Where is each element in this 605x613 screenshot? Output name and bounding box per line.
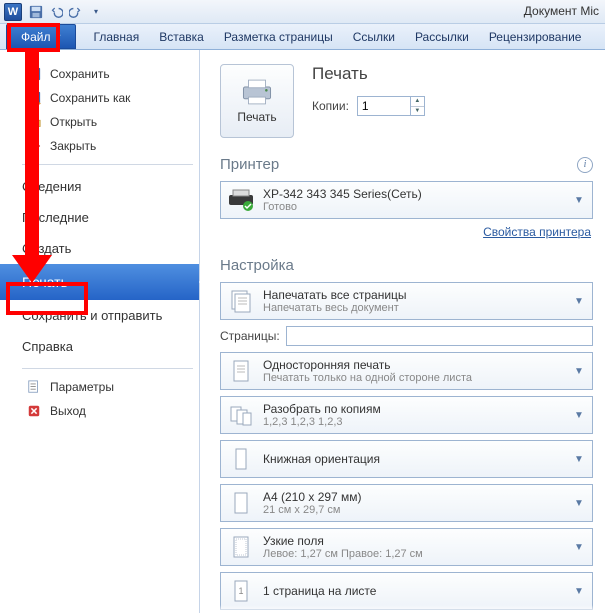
pages-per-sheet-label: 1 страница на листе (263, 584, 572, 598)
printer-status: Готово (263, 201, 572, 213)
collate-selector[interactable]: Разобрать по копиям 1,2,3 1,2,3 1,2,3 ▼ (220, 396, 593, 434)
nav-close-label: Закрыть (50, 139, 96, 153)
printer-info-icon[interactable]: i (577, 157, 593, 173)
single-side-icon (227, 357, 255, 385)
tab-mailings[interactable]: Рассылки (405, 24, 479, 49)
word-app-icon: W (4, 3, 22, 21)
pages-stack-icon (227, 287, 255, 315)
print-pane: Печать Печать Копии: ▲▼ Принтер i XP-342… (200, 50, 605, 613)
print-range-selector[interactable]: Напечатать все страницы Напечатать весь … (220, 282, 593, 320)
svg-text:1: 1 (238, 586, 243, 596)
paper-size-icon (227, 489, 255, 517)
pages-per-sheet-icon: 1 (227, 577, 255, 605)
tutorial-arrow (25, 52, 39, 260)
sides-desc: Печатать только на одной стороне листа (263, 372, 572, 384)
options-icon (26, 379, 42, 395)
paper-size-label: A4 (210 x 297 мм) (263, 490, 572, 504)
tab-file[interactable]: Файл▾ (6, 24, 76, 49)
backstage-view: Сохранить Сохранить как Открыть Закрыть … (0, 50, 605, 613)
separator (22, 164, 193, 165)
printer-name: XP-342 343 345 Series(Сеть) (263, 187, 572, 201)
copies-spinner[interactable]: ▲▼ (411, 96, 425, 116)
printer-icon (240, 78, 274, 106)
paper-size-desc: 21 см x 29,7 см (263, 504, 572, 516)
sides-selector[interactable]: Односторонняя печать Печатать только на … (220, 352, 593, 390)
sides-label: Односторонняя печать (263, 358, 572, 372)
ribbon-tabs: Файл▾ Главная Вставка Разметка страницы … (0, 24, 605, 50)
qat-undo-button[interactable] (47, 3, 65, 21)
printer-section-label: Принтер (220, 156, 279, 173)
margins-desc: Левое: 1,27 см Правое: 1,27 см (263, 548, 572, 560)
copies-label: Копии: (312, 99, 349, 113)
printer-selector[interactable]: XP-342 343 345 Series(Сеть) Готово ▼ (220, 181, 593, 219)
printer-properties-link[interactable]: Свойства принтера (220, 225, 591, 239)
collate-desc: 1,2,3 1,2,3 1,2,3 (263, 416, 572, 428)
collate-icon (227, 401, 255, 429)
tab-page-layout[interactable]: Разметка страницы (214, 24, 343, 49)
chevron-down-icon: ▼ (572, 498, 586, 509)
nav-save-send[interactable]: Сохранить и отправить (0, 300, 199, 331)
settings-section-heading: Настройка (220, 257, 593, 274)
nav-exit-label: Выход (50, 404, 86, 418)
margins-selector[interactable]: Узкие поля Левое: 1,27 см Правое: 1,27 с… (220, 528, 593, 566)
nav-save-label: Сохранить (50, 67, 110, 81)
printer-ready-icon (227, 186, 255, 214)
margins-label: Узкие поля (263, 534, 572, 548)
print-heading: Печать (312, 64, 425, 84)
tutorial-arrow-head (12, 255, 52, 283)
nav-options[interactable]: Параметры (0, 375, 199, 399)
printer-section-heading: Принтер i (220, 156, 593, 173)
tab-insert[interactable]: Вставка (149, 24, 214, 49)
print-range-label: Напечатать все страницы (263, 288, 572, 302)
separator (22, 368, 193, 369)
tab-home[interactable]: Главная (84, 24, 150, 49)
nav-help[interactable]: Справка (0, 331, 199, 362)
chevron-down-icon: ▼ (572, 410, 586, 421)
qat-save-button[interactable] (27, 3, 45, 21)
chevron-down-icon: ▼ (572, 586, 586, 597)
chevron-down-icon: ▼ (572, 195, 586, 206)
print-range-desc: Напечатать весь документ (263, 302, 572, 314)
nav-exit[interactable]: Выход (0, 399, 199, 423)
margins-icon (227, 533, 255, 561)
qat-redo-button[interactable] (67, 3, 85, 21)
chevron-down-icon: ▼ (572, 366, 586, 377)
copies-input[interactable] (357, 96, 411, 116)
nav-open-label: Открыть (50, 115, 97, 129)
title-bar: W ▾ Документ Mic (0, 0, 605, 24)
tab-references[interactable]: Ссылки (343, 24, 405, 49)
chevron-down-icon: ▼ (572, 296, 586, 307)
tab-review[interactable]: Рецензирование (479, 24, 592, 49)
pages-label: Страницы: (220, 329, 280, 343)
orientation-label: Книжная ориентация (263, 452, 572, 466)
chevron-down-icon: ▼ (572, 454, 586, 465)
qat-customize-button[interactable]: ▾ (87, 3, 105, 21)
pages-input[interactable] (286, 326, 593, 346)
settings-section-label: Настройка (220, 257, 294, 274)
chevron-down-icon: ▼ (572, 542, 586, 553)
collate-label: Разобрать по копиям (263, 402, 572, 416)
document-title: Документ Mic (524, 4, 599, 18)
print-button-label: Печать (237, 110, 276, 124)
print-button[interactable]: Печать (220, 64, 294, 138)
nav-save-as-label: Сохранить как (50, 91, 130, 105)
pages-per-sheet-selector[interactable]: 1 1 страница на листе ▼ (220, 572, 593, 610)
paper-size-selector[interactable]: A4 (210 x 297 мм) 21 см x 29,7 см ▼ (220, 484, 593, 522)
tab-file-label: Файл (21, 30, 51, 44)
portrait-icon (227, 445, 255, 473)
nav-options-label: Параметры (50, 380, 114, 394)
exit-icon (26, 403, 42, 419)
orientation-selector[interactable]: Книжная ориентация ▼ (220, 440, 593, 478)
